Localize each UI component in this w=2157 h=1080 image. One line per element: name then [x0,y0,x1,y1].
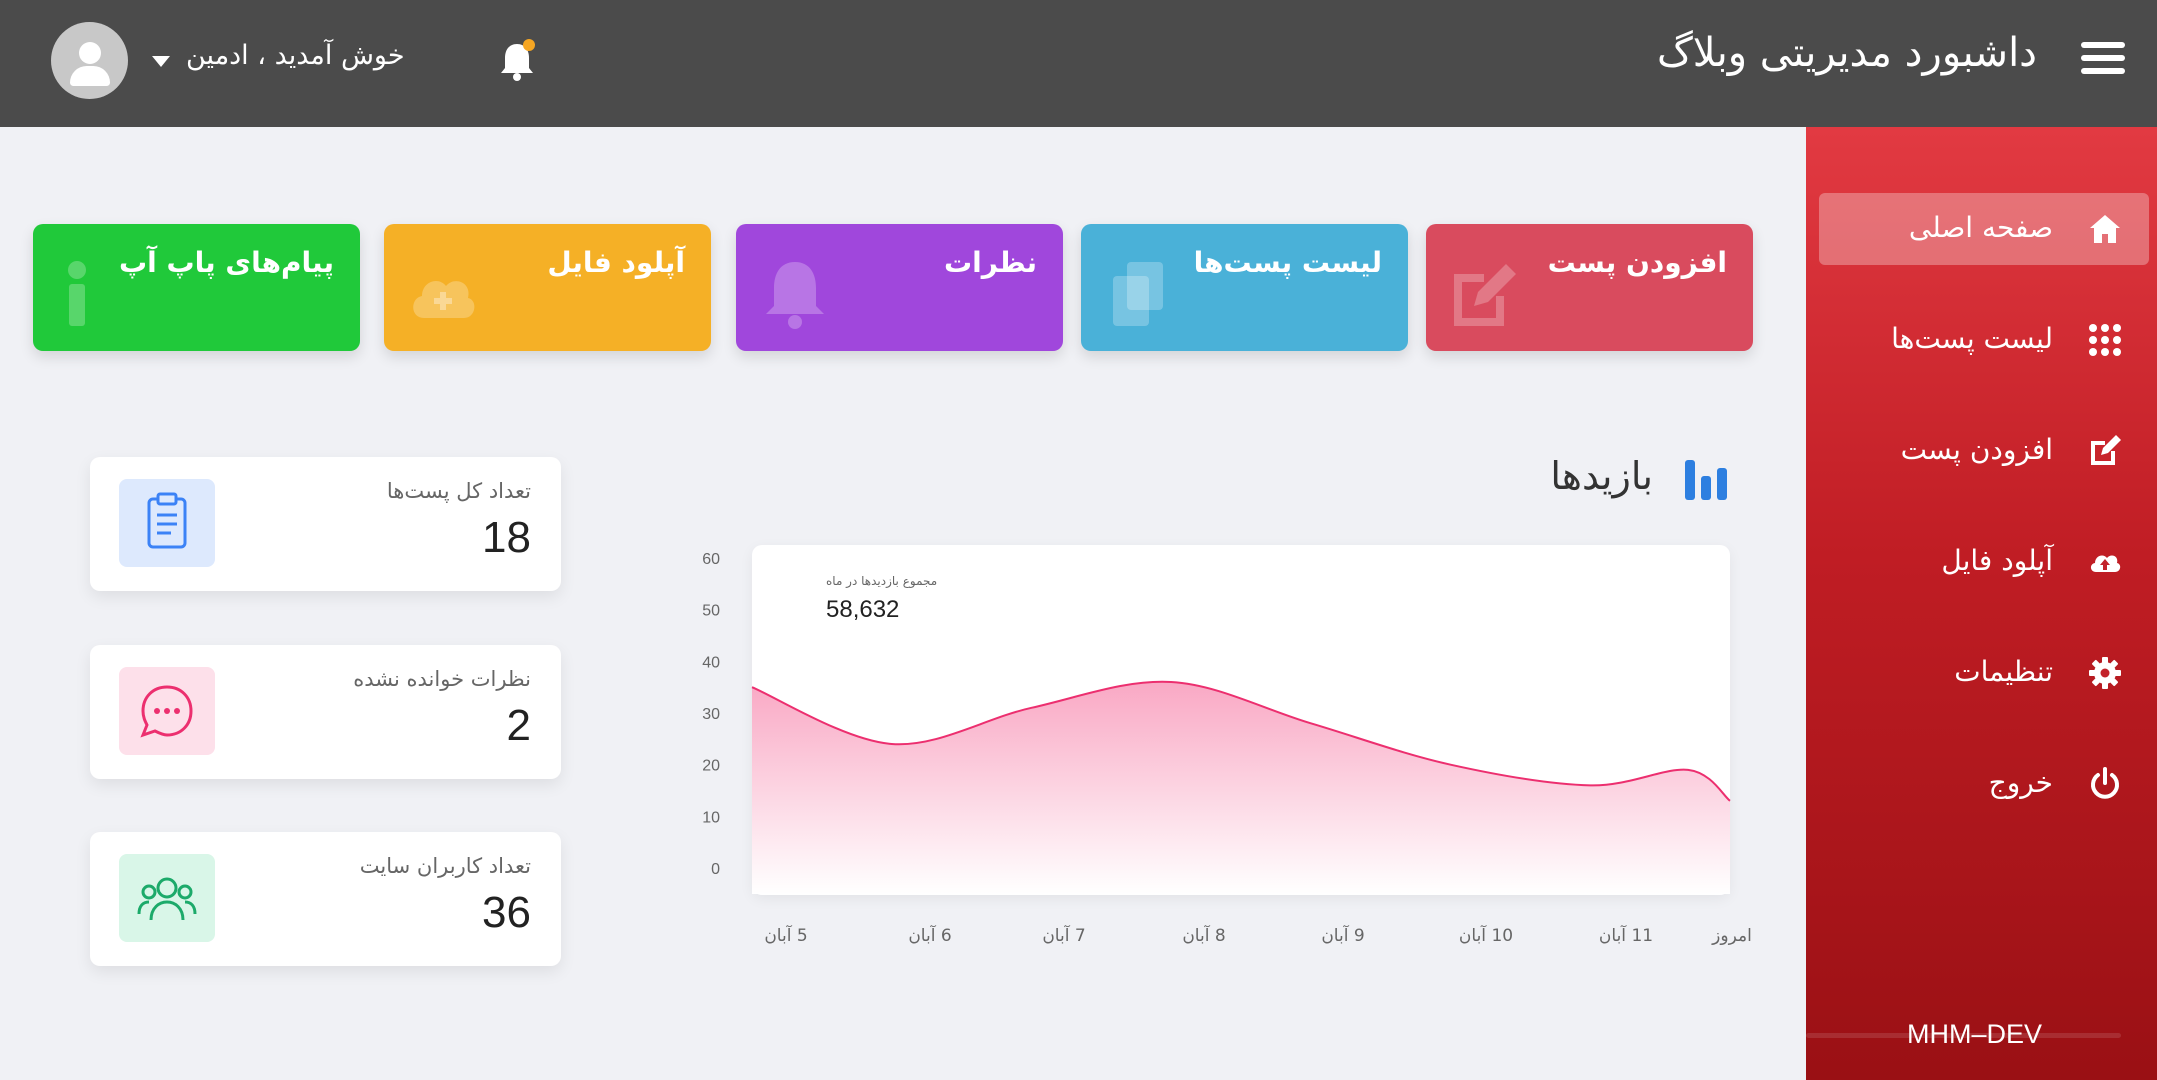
x-tick-label: 5 آبان [764,924,807,946]
brand-label: MHM–DEV [1906,1019,2042,1049]
y-tick-label: 20 [702,758,720,775]
stat-card-unread-comments: نظرات خوانده نشده 2 [90,645,561,779]
tile-comments[interactable]: نظرات [736,224,1063,351]
tile-title: لیست پست‌ها [1193,246,1382,279]
power-icon [2091,767,2119,799]
y-tick-label: 10 [702,809,720,826]
clipboard-icon [119,479,215,567]
y-tick-label: 40 [702,654,720,671]
x-tick-label: امروز [1711,926,1752,946]
chevron-down-icon[interactable] [152,56,170,67]
chart-title: بازیدها [1550,454,1653,498]
tile-title: پیام‌های پاپ آپ [119,246,334,279]
tile-upload[interactable]: آپلود فایل [384,224,711,351]
notification-dot [523,39,535,51]
y-tick-label: 50 [702,603,720,620]
bell-icon [766,262,824,329]
chat-icon [119,667,215,755]
avatar[interactable] [51,22,128,99]
sidebar-item-label: صفحه اصلی [1908,211,2053,244]
info-icon [68,261,86,326]
stat-card-posts: تعداد کل پست‌ها 18 [90,457,561,591]
x-tick-label: 8 آبان [1182,924,1225,946]
sidebar-item-posts-list[interactable]: لیست پست‌ها [1819,304,2149,376]
x-tick-label: 7 آبان [1042,924,1085,946]
app-title: داشبورد مدیریتی وبلاگ [1656,30,2037,76]
chart-total: 58,632 [826,596,900,623]
stat-card-users: تعداد کاربران سایت 36 [90,832,561,966]
sidebar-item-label: افزودن پست [1900,433,2053,466]
tile-add-post[interactable]: افزودن پست [1426,224,1753,351]
stat-label: نظرات خوانده نشده [353,667,531,691]
cloud-upload-icon [413,281,475,318]
edit-icon [1454,264,1516,326]
sidebar-item-label: لیست پست‌ها [1891,322,2053,355]
welcome-text[interactable]: خوش آمدید ، ادمین [186,40,405,71]
stat-value: 36 [482,888,531,937]
bar-chart-icon [1685,460,1727,500]
x-tick-label: 11 آبان [1599,924,1653,946]
stat-value: 2 [506,701,531,750]
grid-icon [2089,324,2121,356]
documents-icon [1113,262,1163,326]
y-tick-label: 60 [702,551,720,568]
sidebar: صفحه اصلی لیست پست‌ها افزودن پست آپلود ف… [1806,127,2157,1080]
tile-popup-messages[interactable]: پیام‌های پاپ آپ [33,224,360,351]
edit-icon [2091,435,2121,465]
gear-icon [2089,657,2121,689]
sidebar-item-home[interactable]: صفحه اصلی [1819,193,2149,265]
cloud-upload-icon [2090,555,2121,572]
tile-title: آپلود فایل [547,246,685,279]
x-tick-label: 9 آبان [1321,924,1364,946]
stat-value: 18 [482,513,531,562]
chart-subtitle: مجموع بازدیدها در ماه [826,574,938,588]
top-bar: داشبورد مدیریتی وبلاگ خوش آمدید ، ادمین [0,0,2157,127]
tile-posts-list[interactable]: لیست پست‌ها [1081,224,1408,351]
y-tick-label: 0 [711,861,720,878]
sidebar-item-settings[interactable]: تنظیمات [1819,637,2149,709]
sidebar-item-label: آپلود فایل [1941,544,2053,577]
tile-title: افزودن پست [1547,246,1727,279]
x-tick-label: 6 آبان [908,924,951,946]
hamburger-icon[interactable] [2081,42,2125,80]
sidebar-item-add-post[interactable]: افزودن پست [1819,415,2149,487]
stat-label: تعداد کل پست‌ها [386,479,531,503]
users-icon [119,854,215,942]
sidebar-item-label: خروج [1988,766,2053,799]
x-tick-label: 10 آبان [1459,924,1513,946]
sidebar-item-label: تنظیمات [1954,655,2053,688]
y-tick-label: 30 [702,706,720,723]
sidebar-item-upload[interactable]: آپلود فایل [1819,526,2149,598]
home-icon [2090,215,2120,243]
tile-title: نظرات [944,246,1037,279]
sidebar-item-logout[interactable]: خروج [1819,748,2149,820]
stat-label: تعداد کاربران سایت [359,854,531,878]
bell-icon[interactable] [497,38,537,82]
